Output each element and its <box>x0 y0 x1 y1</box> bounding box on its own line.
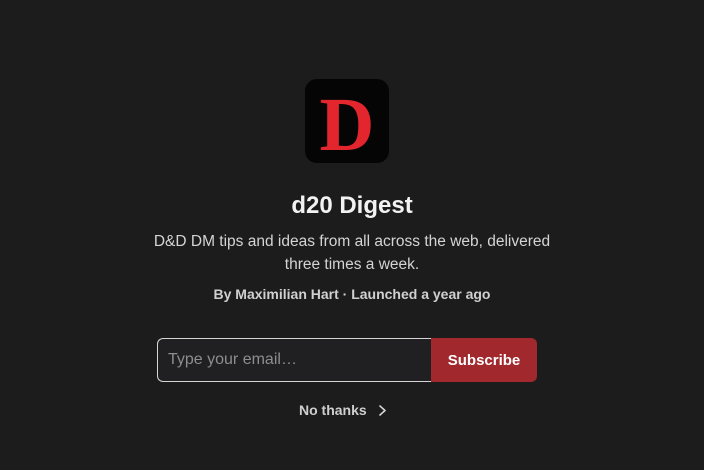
no-thanks-link[interactable]: No thanks <box>290 400 389 420</box>
logo-letter: D <box>320 83 375 163</box>
subscribe-form: Subscribe <box>157 338 537 382</box>
publication-logo: D <box>305 79 389 163</box>
subscribe-button[interactable]: Subscribe <box>431 338 537 382</box>
publication-byline: By Maximilian Hart · Launched a year ago <box>213 286 491 302</box>
welcome-page: D d20 Digest D&D DM tips and ideas from … <box>0 0 704 470</box>
publication-description: D&D DM tips and ideas from all across th… <box>153 233 551 273</box>
logo-letter-d: D <box>320 83 375 163</box>
publication-title: d20 Digest <box>291 192 413 219</box>
chevron-right-icon <box>377 400 389 420</box>
email-input[interactable] <box>157 338 433 382</box>
no-thanks-label: No thanks <box>299 402 367 418</box>
